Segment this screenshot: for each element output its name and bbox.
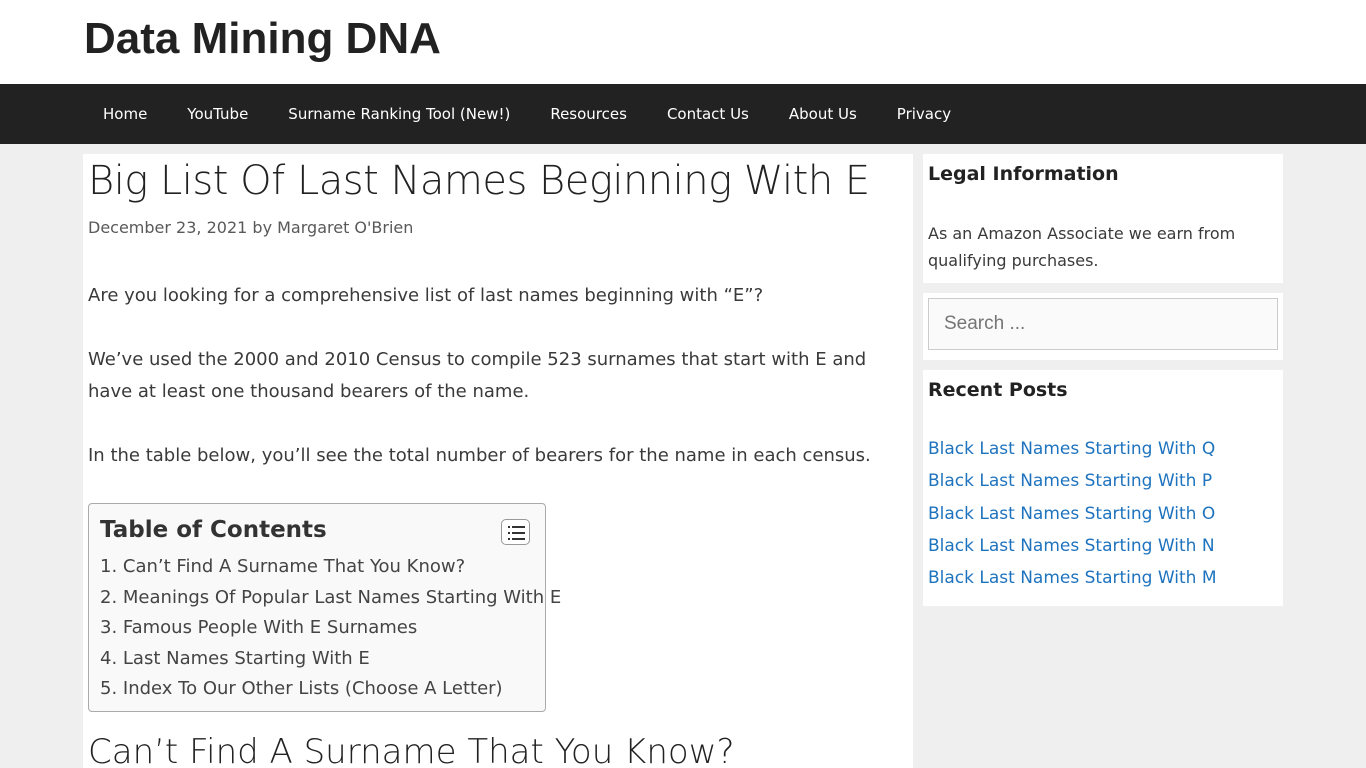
nav-item-home[interactable]: Home	[83, 84, 167, 144]
byline-by: by	[252, 218, 273, 237]
search-widget	[923, 293, 1283, 360]
recent-post-link[interactable]: Black Last Names Starting With P	[928, 465, 1217, 497]
nav-item-resources[interactable]: Resources	[530, 84, 647, 144]
table-intro-paragraph: In the table below, you’ll see the total…	[88, 445, 871, 466]
article: Big List Of Last Names Beginning With E …	[83, 154, 913, 768]
nav-item-contact-us[interactable]: Contact Us	[647, 84, 769, 144]
legal-widget-title: Legal Information	[928, 163, 1119, 185]
toc-item[interactable]: 2. Meanings Of Popular Last Names Starti…	[100, 583, 561, 614]
toc-list: 1. Can’t Find A Surname That You Know? 2…	[100, 552, 561, 705]
article-title: Big List Of Last Names Beginning With E	[88, 158, 870, 204]
article-meta: December 23, 2021 by Margaret O'Brien	[88, 218, 413, 237]
main-navigation: Home YouTube Surname Ranking Tool (New!)…	[0, 84, 1366, 144]
post-date[interactable]: December 23, 2021	[88, 218, 247, 237]
site-header: Data Mining DNA	[0, 0, 1366, 84]
recent-posts-list: Black Last Names Starting With Q Black L…	[928, 433, 1217, 594]
recent-post-link[interactable]: Black Last Names Starting With M	[928, 562, 1217, 594]
intro-paragraph: Are you looking for a comprehensive list…	[88, 285, 764, 306]
nav-item-privacy[interactable]: Privacy	[877, 84, 971, 144]
legal-text: As an Amazon Associate we earn from qual…	[928, 224, 1236, 270]
toc-item[interactable]: 3. Famous People With E Surnames	[100, 613, 561, 644]
author-link[interactable]: Margaret O'Brien	[277, 218, 413, 237]
toc-item[interactable]: 1. Can’t Find A Surname That You Know?	[100, 552, 561, 583]
nav-item-youtube[interactable]: YouTube	[167, 84, 268, 144]
nav-item-about-us[interactable]: About Us	[769, 84, 877, 144]
site-title[interactable]: Data Mining DNA	[84, 14, 441, 64]
toc-item[interactable]: 5. Index To Our Other Lists (Choose A Le…	[100, 674, 561, 705]
legal-widget: Legal Information As an Amazon Associate…	[923, 154, 1283, 283]
section-heading: Can’t Find A Surname That You Know?	[88, 732, 735, 768]
toc-item[interactable]: 4. Last Names Starting With E	[100, 644, 561, 675]
search-input[interactable]	[928, 298, 1278, 350]
toc-toggle-button[interactable]	[501, 519, 530, 545]
recent-post-link[interactable]: Black Last Names Starting With O	[928, 498, 1217, 530]
recent-posts-title: Recent Posts	[928, 379, 1068, 401]
toc-title: Table of Contents	[100, 517, 327, 543]
recent-posts-widget: Recent Posts Black Last Names Starting W…	[923, 370, 1283, 606]
table-of-contents: Table of Contents 1. Can’t Find A Surnam…	[88, 503, 561, 712]
nav-menu: Home YouTube Surname Ranking Tool (New!)…	[83, 84, 971, 144]
census-paragraph: We’ve used the 2000 and 2010 Census to c…	[88, 349, 867, 402]
list-toggle-icon	[508, 526, 525, 540]
recent-post-link[interactable]: Black Last Names Starting With Q	[928, 433, 1217, 465]
recent-post-link[interactable]: Black Last Names Starting With N	[928, 530, 1217, 562]
nav-item-surname-ranking-tool[interactable]: Surname Ranking Tool (New!)	[268, 84, 530, 144]
